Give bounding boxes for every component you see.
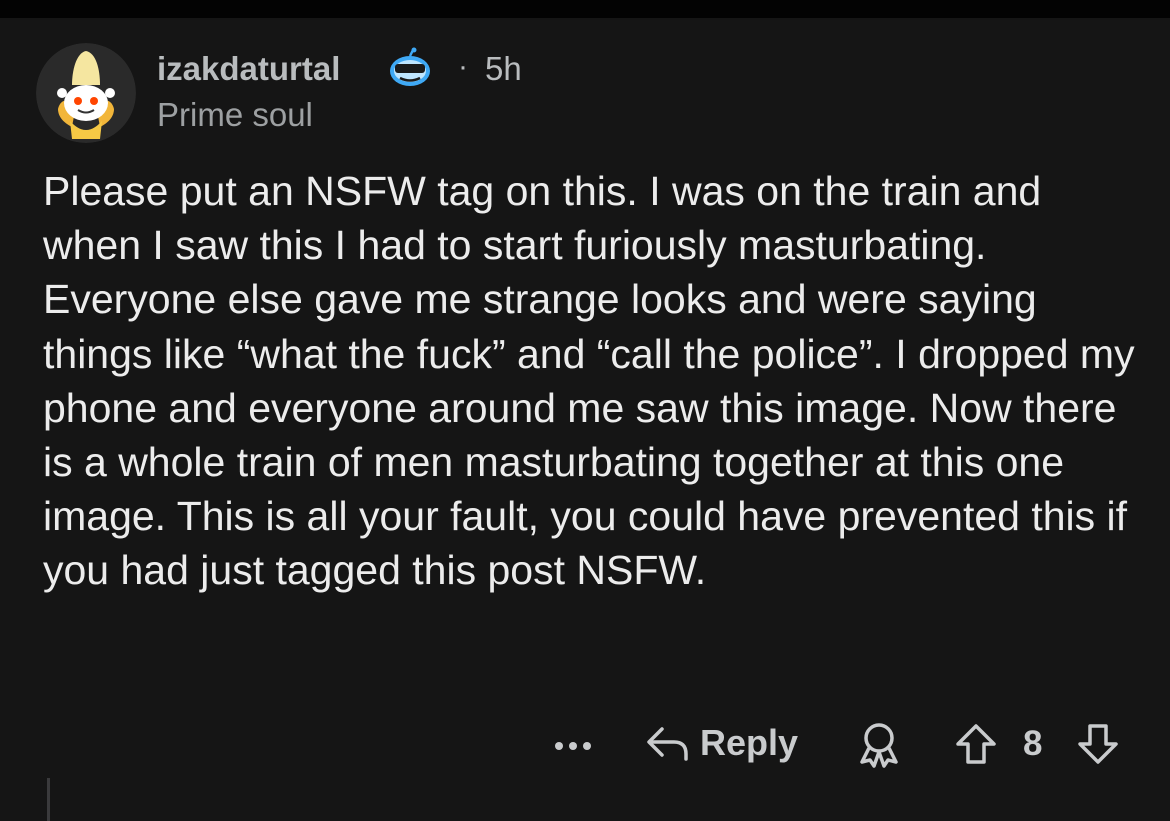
user-avatar[interactable] (36, 43, 136, 143)
username[interactable]: izakdaturtal (157, 50, 340, 88)
downvote-button[interactable] (1076, 722, 1120, 766)
meta-separator: · (458, 50, 468, 83)
award-icon (860, 723, 898, 768)
reply-arrow-icon (647, 727, 688, 761)
more-options-button[interactable] (552, 724, 594, 764)
upvote-arrow-icon (956, 724, 996, 764)
status-bar (0, 0, 1170, 18)
reply-button[interactable]: Reply (644, 718, 798, 768)
thread-line (47, 778, 50, 821)
award-button[interactable] (856, 720, 902, 768)
sunglasses-snoo-badge-icon (386, 47, 434, 89)
more-dots-icon (555, 742, 591, 750)
comment-timestamp: 5h (485, 50, 522, 87)
comment-body: Please put an NSFW tag on this. I was on… (43, 168, 1135, 594)
vote-count: 8 (1023, 724, 1043, 763)
comment-actions: Reply 8 (0, 718, 1170, 772)
banana-snoo-avatar-icon (36, 43, 136, 143)
upvote-button[interactable] (954, 722, 998, 766)
downvote-arrow-icon (1078, 724, 1118, 764)
comment: izakdaturtal · 5h Prime soul Please put … (0, 18, 1170, 821)
reply-label: Reply (700, 722, 799, 763)
user-flair: Prime soul (157, 96, 313, 133)
